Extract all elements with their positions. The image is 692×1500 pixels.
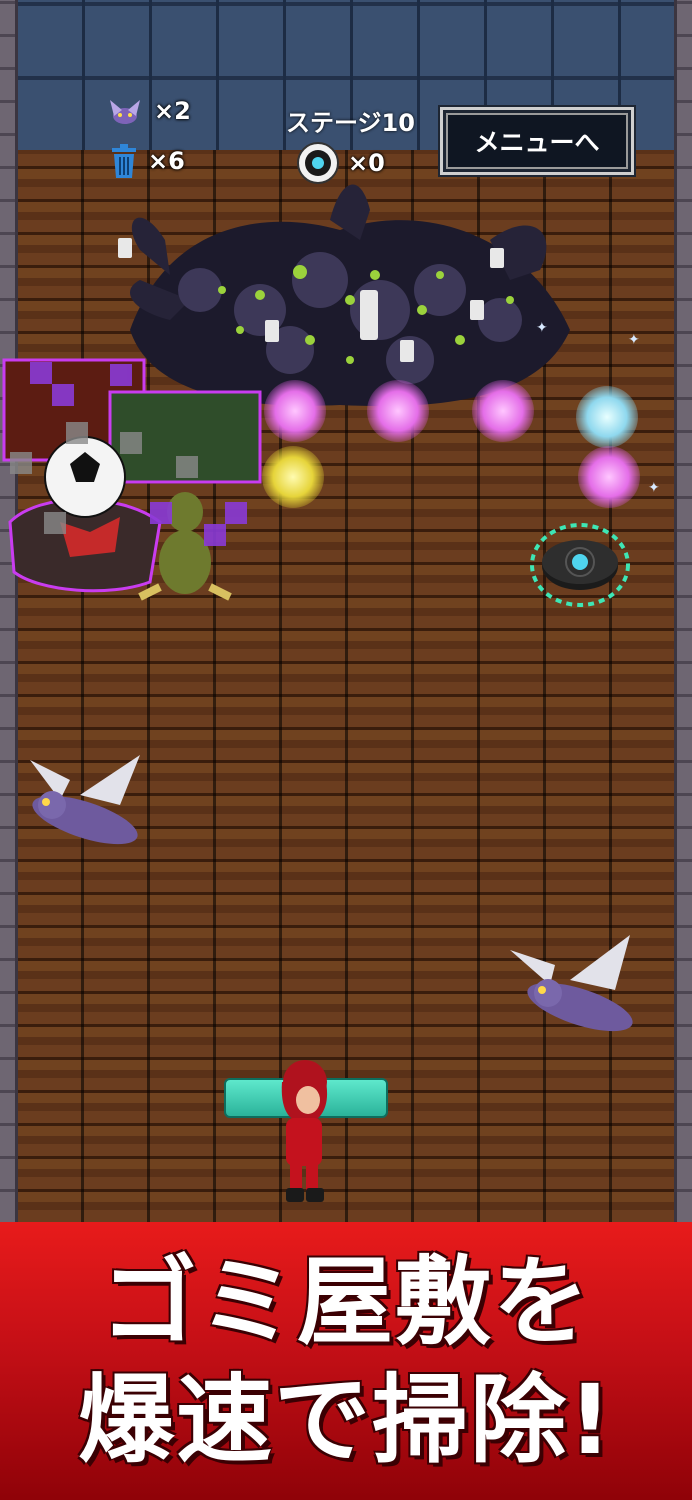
banner-line-2: 爆速で掃除! [78, 1364, 614, 1476]
blue-energy-orb [576, 386, 638, 448]
moth-enemy-icon [110, 100, 140, 124]
pink-energy-orb [367, 380, 429, 442]
moth-enemy [30, 755, 140, 845]
menu-button[interactable]: メニューへ [438, 105, 636, 177]
sparkle: ✦ [536, 320, 548, 336]
pink-energy-orb [578, 446, 640, 508]
roomba-count: ×0 [348, 149, 385, 177]
roomba-counter: ×0 [296, 141, 385, 185]
yellow-energy-orb [262, 446, 324, 508]
pink-energy-orb [472, 380, 534, 442]
player-character[interactable] [220, 1060, 390, 1210]
stage-label: ステージ10 [286, 109, 415, 137]
trash-count: ×6 [148, 147, 185, 175]
trash-pile [2, 358, 262, 601]
moth-enemy [510, 935, 633, 1032]
promo-banner: ゴミ屋敷を 爆速で掃除! [0, 1222, 692, 1500]
lives-counter: ×2 [104, 94, 191, 128]
right-wall [674, 0, 692, 1222]
lives-count: ×2 [154, 97, 191, 125]
robot-vacuum-icon [297, 142, 339, 184]
sparkle: ✦ [648, 480, 660, 496]
robot-vacuum-ball [530, 523, 630, 607]
sparkle: ✦ [628, 332, 640, 348]
banner-line-1: ゴミ屋敷を [101, 1246, 591, 1358]
trash-can-icon [112, 144, 136, 178]
trash-counter: ×6 [108, 142, 185, 180]
pink-energy-orb [264, 380, 326, 442]
game-field[interactable]: ×2 ×6 ステージ10 ×0 メニューへ ✦ ✦ ✦ [0, 0, 692, 1222]
